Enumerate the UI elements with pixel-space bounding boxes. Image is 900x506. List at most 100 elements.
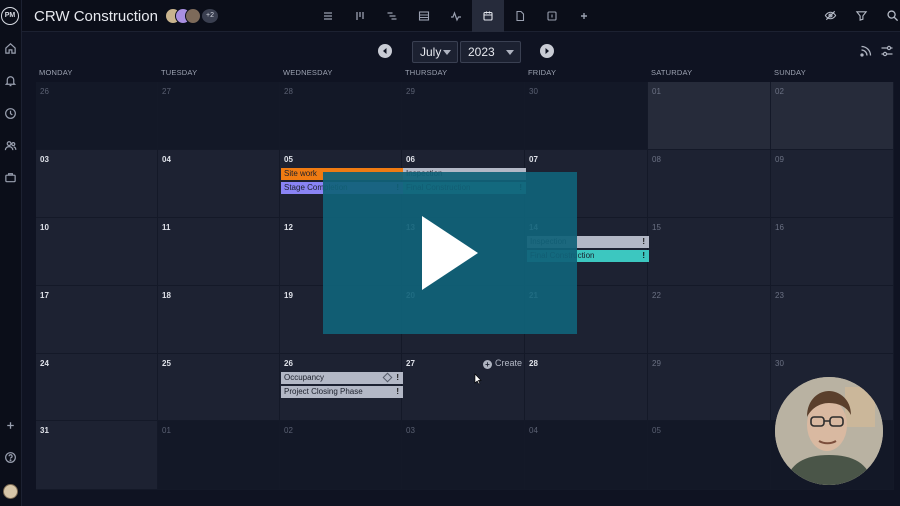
calendar-day-cell[interactable]: 30 (525, 82, 648, 150)
month-select-value: July (420, 45, 442, 59)
calendar-day-cell[interactable]: 26 (36, 82, 158, 150)
settings-sliders-icon[interactable] (880, 44, 894, 58)
day-number: 28 (529, 359, 538, 368)
calendar-day-cell[interactable]: 01 (158, 421, 280, 490)
day-number: 06 (406, 155, 415, 164)
event-label: Occupancy (284, 373, 325, 382)
day-number: 26 (284, 359, 293, 368)
calendar-day-cell[interactable]: 29 (648, 354, 771, 421)
day-number: 01 (162, 426, 171, 435)
day-number: 08 (652, 155, 661, 164)
priority-icon: ! (642, 237, 645, 246)
rss-feed-icon[interactable] (859, 44, 873, 58)
calendar-day-cell[interactable]: 28 (525, 354, 648, 421)
calendar-day-cell[interactable]: 22 (648, 286, 771, 354)
calendar-day-cell[interactable]: 03 (402, 421, 525, 490)
day-number: 05 (652, 426, 661, 435)
calendar-day-cell[interactable]: 24 (36, 354, 158, 421)
search-icon[interactable] (886, 9, 899, 22)
day-number: 03 (40, 155, 49, 164)
calendar-day-cell[interactable]: 04 (525, 421, 648, 490)
calendar-day-cell[interactable]: 09 (771, 150, 894, 218)
calendar-event[interactable]: Project Closing Phase! (281, 386, 403, 398)
file-icon[interactable] (504, 0, 536, 32)
play-icon (422, 216, 478, 290)
event-label: Project Closing Phase (284, 387, 363, 396)
calendar-day-cell[interactable]: 31 (36, 421, 158, 490)
day-number: 09 (775, 155, 784, 164)
details-icon[interactable] (536, 0, 568, 32)
calendar-day-cell[interactable]: 25 (158, 354, 280, 421)
help-icon[interactable] (4, 451, 17, 464)
chevron-down-icon (506, 50, 514, 55)
table-view-icon[interactable] (408, 0, 440, 32)
day-number: 18 (162, 291, 171, 300)
day-number: 27 (406, 359, 415, 368)
calendar-view-icon[interactable] (472, 0, 504, 32)
calendar-day-cell[interactable]: 08 (648, 150, 771, 218)
day-number: 31 (40, 426, 49, 435)
dashboard-icon[interactable] (440, 0, 472, 32)
calendar-day-cell[interactable]: 28 (280, 82, 402, 150)
calendar-day-cell[interactable]: 10 (36, 218, 158, 286)
calendar-day-cell[interactable]: 02 (280, 421, 402, 490)
calendar-day-cell[interactable]: 02 (771, 82, 894, 150)
filter-icon[interactable] (855, 9, 868, 22)
hide-icon[interactable] (824, 9, 837, 22)
calendar-day-cell[interactable]: 11 (158, 218, 280, 286)
notifications-icon[interactable] (4, 74, 17, 87)
priority-icon: ! (642, 251, 645, 260)
day-number: 12 (284, 223, 293, 232)
top-header: CRW Construction +2 (22, 0, 900, 32)
day-number: 29 (652, 359, 661, 368)
more-members-badge[interactable]: +2 (201, 8, 219, 24)
team-icon[interactable] (4, 139, 17, 152)
create-button[interactable]: + Create (483, 358, 522, 369)
day-number: 29 (406, 87, 415, 96)
day-number: 22 (652, 291, 661, 300)
month-select[interactable]: July (412, 41, 458, 63)
priority-icon: ! (396, 387, 399, 396)
user-avatar[interactable] (3, 484, 18, 499)
day-number: 03 (406, 426, 415, 435)
calendar-event[interactable]: Occupancy! (281, 372, 403, 384)
webcam-video (775, 377, 883, 485)
gantt-view-icon[interactable] (376, 0, 408, 32)
portfolio-icon[interactable] (4, 171, 17, 184)
time-icon[interactable] (4, 107, 17, 120)
calendar-day-cell[interactable]: 15 (648, 218, 771, 286)
next-month-button[interactable] (540, 44, 554, 58)
day-number: 04 (529, 426, 538, 435)
plus-icon: + (483, 360, 492, 369)
calendar-day-cell[interactable]: 29 (402, 82, 525, 150)
home-icon[interactable] (4, 42, 17, 55)
day-number: 07 (529, 155, 538, 164)
board-view-icon[interactable] (344, 0, 376, 32)
video-play-overlay[interactable] (323, 172, 577, 334)
year-select[interactable]: 2023 (460, 41, 521, 63)
calendar-day-cell[interactable]: 18 (158, 286, 280, 354)
project-title[interactable]: CRW Construction (34, 8, 158, 25)
calendar-day-cell[interactable]: 17 (36, 286, 158, 354)
day-number: 19 (284, 291, 293, 300)
calendar-day-cell[interactable]: 04 (158, 150, 280, 218)
calendar-day-cell[interactable]: 01 (648, 82, 771, 150)
add-icon[interactable] (4, 419, 17, 432)
weekday-header: WEDNESDAY (283, 68, 333, 77)
app-logo[interactable]: PM (1, 7, 19, 25)
day-number: 30 (775, 359, 784, 368)
left-sidebar: PM (0, 0, 22, 506)
calendar-day-cell[interactable]: 23 (771, 286, 894, 354)
day-number: 15 (652, 223, 661, 232)
calendar-day-cell[interactable]: 27 (158, 82, 280, 150)
day-number: 02 (775, 87, 784, 96)
previous-month-button[interactable] (378, 44, 392, 58)
calendar-day-cell[interactable]: 05 (648, 421, 771, 490)
day-number: 04 (162, 155, 171, 164)
add-view-icon[interactable] (568, 0, 600, 32)
calendar-day-cell[interactable]: 03 (36, 150, 158, 218)
priority-icon: ! (396, 373, 399, 382)
calendar-day-cell[interactable]: 16 (771, 218, 894, 286)
list-view-icon[interactable] (312, 0, 344, 32)
chevron-down-icon (443, 50, 451, 55)
